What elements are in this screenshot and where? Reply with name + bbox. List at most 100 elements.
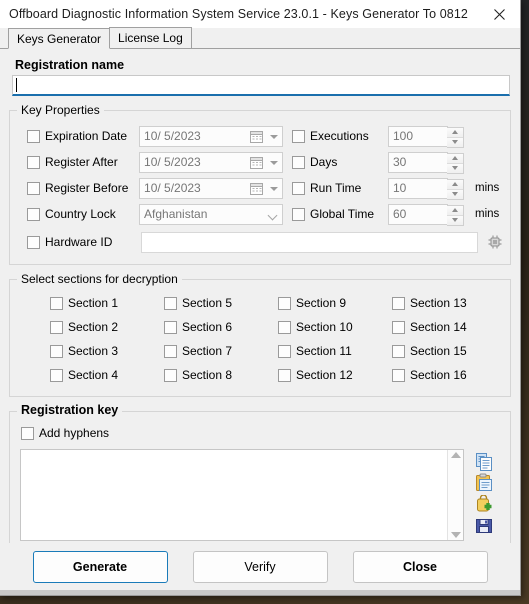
checkbox-add-hyphens[interactable] [21, 426, 34, 440]
date-input-register-after[interactable]: 10/ 5/2023 [139, 151, 283, 173]
checkbox-section-16[interactable] [392, 368, 405, 382]
checkbox-section-9[interactable] [278, 296, 291, 310]
tab-keys-generator[interactable]: Keys Generator [8, 28, 111, 49]
triangle-down-icon [452, 218, 458, 223]
checkbox-section-10[interactable] [278, 320, 291, 334]
tab-license-log[interactable]: License Log [109, 27, 192, 48]
calendar-icon [250, 130, 263, 143]
spinner-down-executions[interactable] [447, 137, 463, 147]
sections-group: Select sections for decryption Section 1… [9, 272, 511, 397]
spinner-up-executions[interactable] [447, 127, 463, 137]
label-register-after: Register After [45, 155, 118, 169]
date-input-expiration-date[interactable]: 10/ 5/2023 [139, 125, 283, 147]
label-section-2: Section 2 [68, 320, 119, 334]
row-country-lock: Country Lock Afghanistan [16, 201, 283, 227]
label-section-16: Section 16 [410, 368, 467, 382]
generate-button[interactable]: Generate [32, 551, 168, 583]
close-button[interactable]: Close [352, 551, 488, 583]
spinner-buttons-global-time [447, 204, 464, 226]
spinner-run-time[interactable]: 10 [388, 177, 464, 200]
section-item-11: Section 11 [278, 339, 392, 363]
checkbox-section-7[interactable] [164, 344, 177, 358]
paste-icon[interactable] [474, 473, 494, 493]
registration-name-input[interactable] [12, 75, 510, 96]
registration-key-tools [464, 449, 504, 541]
checkbox-global-time[interactable] [292, 207, 305, 221]
checkbox-section-1[interactable] [50, 296, 63, 310]
spinner-down-run-time[interactable] [447, 189, 463, 199]
row-add-hyphens: Add hyphens [21, 423, 504, 443]
sections-legend: Select sections for decryption [17, 272, 182, 286]
spinner-up-run-time[interactable] [447, 179, 463, 189]
label-section-6: Section 6 [182, 320, 233, 334]
label-section-3: Section 3 [68, 344, 119, 358]
checkbox-section-11[interactable] [278, 344, 291, 358]
chevron-down-icon [267, 210, 278, 220]
add-key-icon[interactable] [474, 494, 494, 515]
combobox-country-lock[interactable]: Afghanistan [139, 203, 283, 225]
checkbox-days[interactable] [292, 155, 305, 169]
label-section-11: Section 11 [296, 344, 352, 358]
checkbox-section-15[interactable] [392, 344, 405, 358]
label-hardware-id: Hardware ID [45, 235, 113, 249]
spinner-buttons-days [447, 152, 464, 174]
chip-icon[interactable] [486, 233, 504, 251]
registration-key-scrollbar[interactable] [447, 450, 463, 540]
checkbox-section-3[interactable] [50, 344, 63, 358]
section-item-2: Section 2 [50, 315, 164, 339]
checkbox-section-12[interactable] [278, 368, 291, 382]
save-icon[interactable] [474, 516, 494, 536]
checkbox-country-lock[interactable] [27, 207, 40, 221]
window-title: Offboard Diagnostic Information System S… [9, 7, 468, 21]
key-properties-left-column: Expiration Date 10/ 5/2023 Register Afte… [16, 123, 283, 227]
section-item-7: Section 7 [164, 339, 278, 363]
spinner-down-days[interactable] [447, 163, 463, 173]
hardware-id-input[interactable] [141, 231, 478, 253]
checkbox-executions[interactable] [292, 129, 305, 143]
close-icon [493, 8, 505, 20]
label-run-time: Run Time [310, 181, 362, 195]
calendar-icon [250, 182, 263, 195]
spinner-executions[interactable]: 100 [388, 125, 464, 148]
window-close-button[interactable] [478, 0, 520, 28]
label-days: Days [310, 155, 338, 169]
verify-button[interactable]: Verify [192, 551, 328, 583]
section-item-4: Section 4 [50, 363, 164, 387]
checkbox-section-4[interactable] [50, 368, 63, 382]
checkbox-run-time[interactable] [292, 181, 305, 195]
triangle-down-icon [452, 166, 458, 171]
row-hardware-id: Hardware ID [16, 229, 504, 255]
registration-key-textarea[interactable] [21, 450, 447, 540]
section-item-3: Section 3 [50, 339, 164, 363]
copy-icon[interactable] [474, 452, 494, 472]
scroll-down-icon[interactable] [450, 532, 461, 538]
scroll-up-icon[interactable] [450, 452, 461, 458]
spinner-days[interactable]: 30 [388, 151, 464, 174]
section-item-14: Section 14 [392, 315, 506, 339]
checkbox-section-2[interactable] [50, 320, 63, 334]
spinner-up-days[interactable] [447, 153, 463, 163]
checkbox-section-6[interactable] [164, 320, 177, 334]
checkbox-register-before[interactable] [27, 181, 40, 195]
checkbox-section-13[interactable] [392, 296, 405, 310]
registration-key-textarea-wrap [20, 449, 464, 541]
section-item-1: Section 1 [50, 291, 164, 315]
checkbox-register-after[interactable] [27, 155, 40, 169]
checkbox-section-5[interactable] [164, 296, 177, 310]
value-run-time: 10 [393, 181, 407, 195]
value-global-time: 60 [393, 207, 407, 221]
spinner-global-time[interactable]: 60 [388, 203, 464, 226]
date-input-register-before[interactable]: 10/ 5/2023 [139, 177, 283, 199]
row-expiration-date: Expiration Date 10/ 5/2023 [16, 123, 283, 149]
checkbox-expiration-date[interactable] [27, 129, 40, 143]
label-section-13: Section 13 [410, 296, 467, 310]
units-global-time: mins [475, 208, 500, 220]
spinner-up-global-time[interactable] [447, 205, 463, 215]
registration-name-field-wrap [12, 75, 510, 96]
section-item-9: Section 9 [278, 291, 392, 315]
spinner-down-global-time[interactable] [447, 215, 463, 225]
checkbox-hardware-id[interactable] [27, 235, 40, 249]
checkbox-section-14[interactable] [392, 320, 405, 334]
checkbox-section-8[interactable] [164, 368, 177, 382]
triangle-down-icon [452, 192, 458, 197]
